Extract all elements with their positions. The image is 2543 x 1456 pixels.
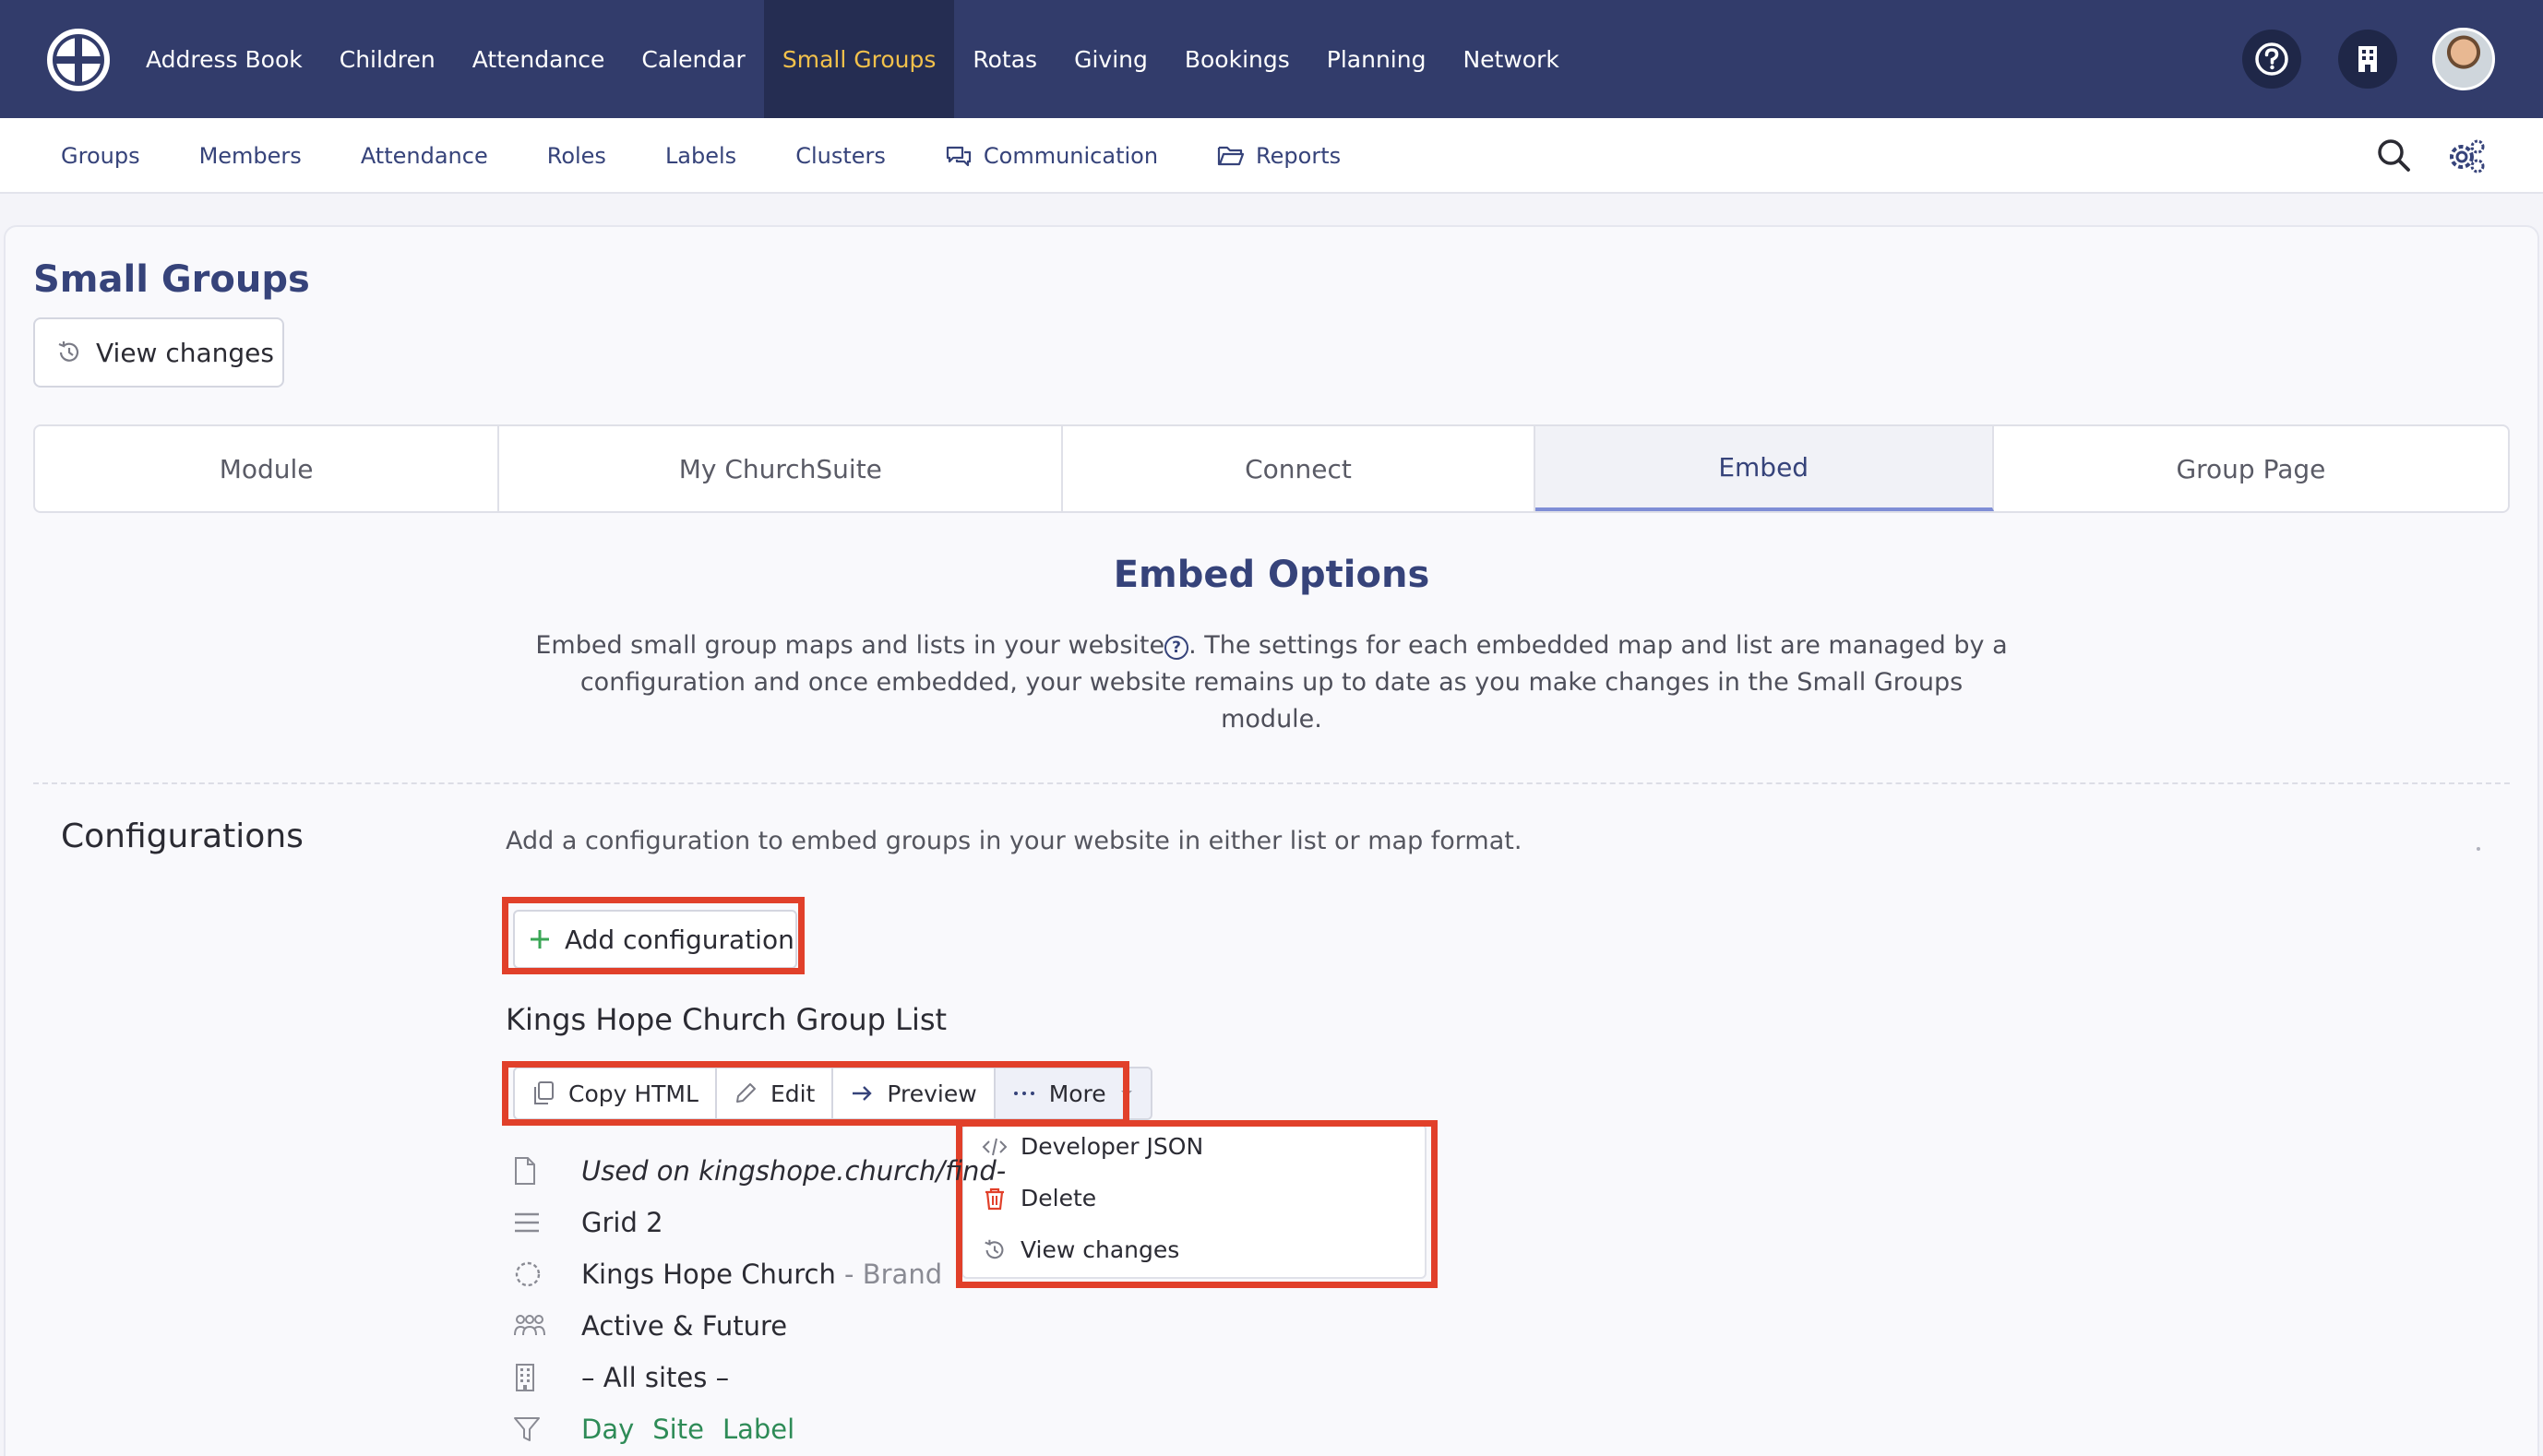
subnav-groups[interactable]: Groups (31, 118, 170, 194)
user-avatar[interactable] (2432, 28, 2495, 90)
configuration-actions: Copy HTML Edit Preview More (513, 1067, 1152, 1120)
building-icon (516, 1364, 534, 1391)
settings-tabs: Module My ChurchSuite Connect Embed Grou… (33, 424, 2510, 513)
filter-icon (514, 1417, 540, 1441)
trash-icon (985, 1187, 1004, 1210)
list-icon (515, 1212, 539, 1233)
page-title: Small Groups (33, 258, 310, 301)
tab-embed[interactable]: Embed (1534, 426, 1994, 511)
topnav-small-groups[interactable]: Small Groups (763, 0, 955, 118)
subnav-labels[interactable]: Labels (636, 118, 766, 194)
chat-icon (946, 146, 971, 167)
brand-icon (515, 1261, 541, 1287)
folder-icon (1217, 146, 1245, 166)
topnav-giving[interactable]: Giving (1056, 0, 1166, 118)
history-icon (985, 1239, 1004, 1259)
building-icon (2358, 46, 2377, 72)
tab-my-churchsuite[interactable]: My ChurchSuite (499, 426, 1064, 511)
detail-status: Active & Future (513, 1310, 787, 1342)
topnav-calendar[interactable]: Calendar (623, 0, 763, 118)
sites-button[interactable] (2338, 30, 2397, 89)
subnav-communication[interactable]: Communication (915, 118, 1188, 194)
search-icon (2378, 139, 2410, 172)
detail-brand: Kings Hope Church - Brand (513, 1259, 942, 1290)
decorative-dot (2477, 847, 2480, 851)
subnav-members[interactable]: Members (170, 118, 331, 194)
settings-icon (2450, 139, 2485, 173)
embed-options-title: Embed Options (1113, 554, 1430, 596)
filter-site: Site (652, 1414, 704, 1445)
add-configuration-button[interactable]: Add configuration (513, 910, 797, 969)
help-icon (2255, 42, 2288, 76)
copy-html-button[interactable]: Copy HTML (515, 1068, 717, 1118)
view-changes-button[interactable]: View changes (33, 317, 284, 388)
topnav-network[interactable]: Network (1444, 0, 1577, 118)
menu-item-developer-json[interactable]: Developer JSON (982, 1133, 1203, 1160)
subnav-reports[interactable]: Reports (1188, 118, 1370, 194)
menu-item-delete[interactable]: Delete (982, 1185, 1096, 1211)
topnav-rotas[interactable]: Rotas (954, 0, 1056, 118)
sub-navigation-bar: Groups Members Attendance Roles Labels C… (0, 118, 2543, 194)
topnav-address-book[interactable]: Address Book (127, 0, 321, 118)
topnav-planning[interactable]: Planning (1308, 0, 1445, 118)
preview-button[interactable]: Preview (833, 1068, 996, 1118)
settings-button[interactable] (2445, 135, 2488, 177)
ellipsis-icon (1013, 1092, 1034, 1095)
embed-options-description: Embed small group maps and lists in your… (535, 631, 2008, 734)
detail-filters: Day Site Label (513, 1414, 813, 1445)
tab-connect[interactable]: Connect (1063, 426, 1535, 511)
configurations-description: Add a configuration to embed groups in y… (506, 827, 1522, 855)
plus-icon (531, 930, 549, 949)
topnav-attendance[interactable]: Attendance (454, 0, 624, 118)
menu-item-view-changes[interactable]: View changes (982, 1236, 1179, 1263)
churchsuite-logo-icon[interactable] (46, 28, 111, 92)
more-dropdown-menu: Developer JSON Delete View changes (961, 1124, 1427, 1279)
history-icon (58, 341, 79, 362)
configuration-name: Kings Hope Church Group List (506, 1002, 948, 1037)
document-icon (515, 1157, 535, 1185)
detail-layout: Grid 2 (513, 1207, 663, 1238)
tab-group-page[interactable]: Group Page (1994, 426, 2508, 511)
search-button[interactable] (2375, 137, 2414, 175)
configurations-heading: Configurations (61, 818, 304, 855)
detail-sites: – All sites – (513, 1362, 729, 1393)
more-button[interactable]: More (995, 1068, 1151, 1118)
filter-label: Label (722, 1414, 795, 1445)
subnav-roles[interactable]: Roles (518, 118, 636, 194)
code-icon (982, 1138, 1008, 1155)
help-icon[interactable]: ? (1164, 636, 1189, 660)
help-button[interactable] (2242, 30, 2301, 89)
tab-module[interactable]: Module (35, 426, 500, 511)
edit-button[interactable]: Edit (717, 1068, 834, 1118)
people-icon (514, 1315, 545, 1336)
detail-used-on: Used on kingshope.church/find- (513, 1155, 1006, 1187)
filter-day: Day (581, 1414, 635, 1445)
subnav-clusters[interactable]: Clusters (766, 118, 915, 194)
chevron-down-icon (1120, 1091, 1132, 1096)
topnav-children[interactable]: Children (321, 0, 454, 118)
copy-icon (534, 1081, 554, 1104)
pencil-icon (735, 1083, 756, 1103)
top-navigation-bar: Address Book Children Attendance Calenda… (0, 0, 2543, 118)
section-divider (33, 782, 2510, 784)
topnav-bookings[interactable]: Bookings (1166, 0, 1308, 118)
subnav-attendance[interactable]: Attendance (331, 118, 518, 194)
arrow-right-icon (853, 1086, 873, 1101)
